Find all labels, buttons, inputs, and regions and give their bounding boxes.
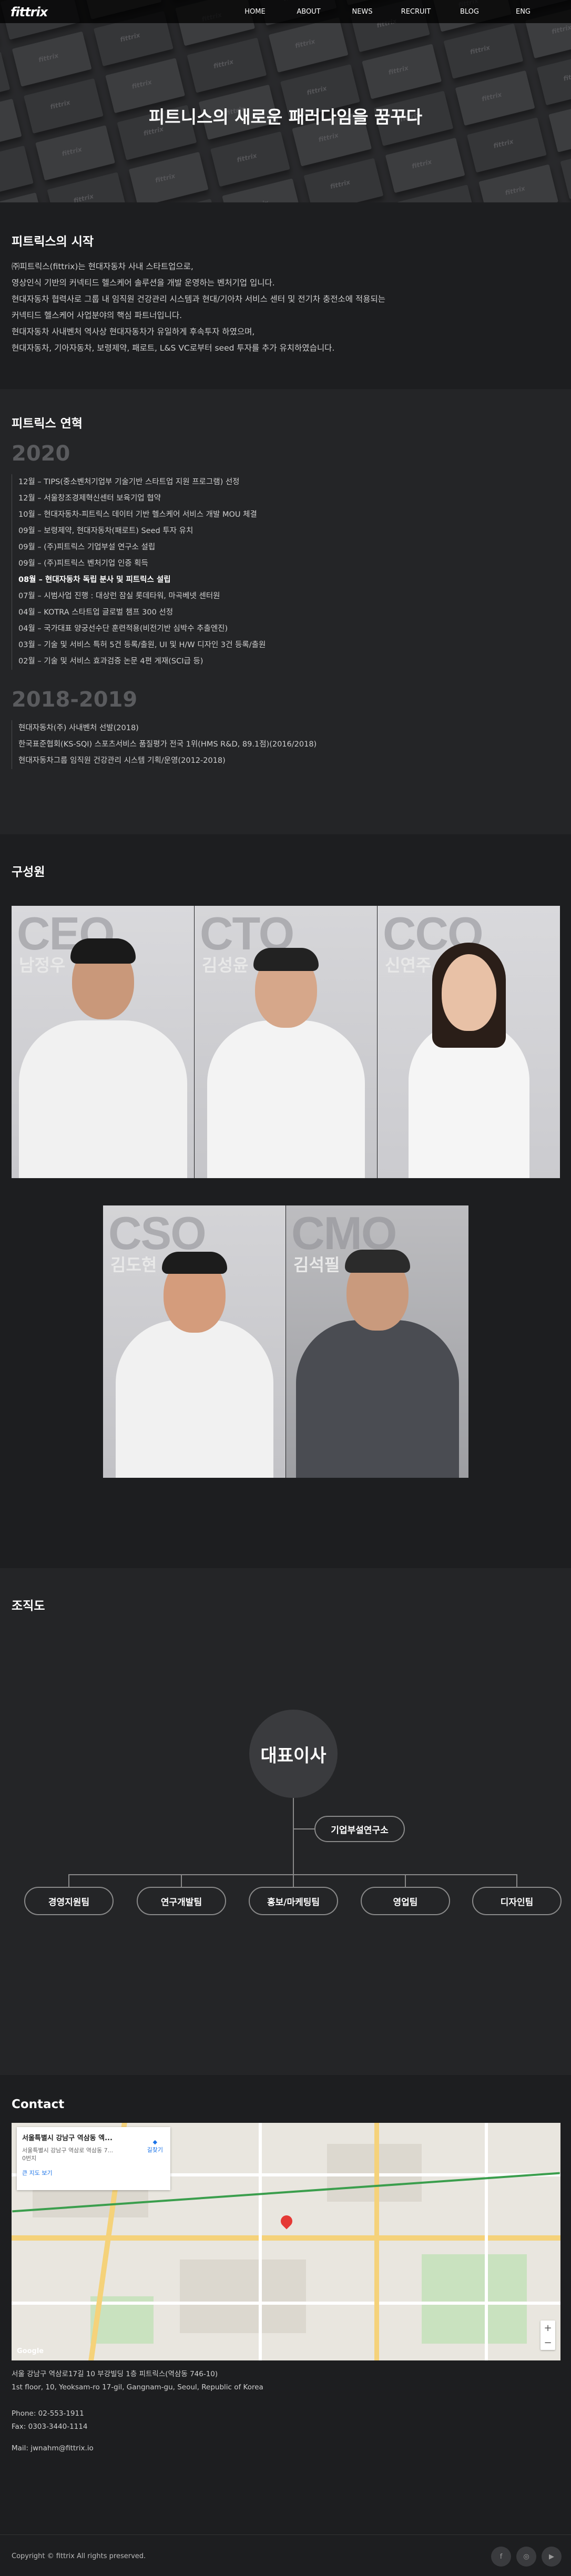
map-bigger-link[interactable]: 큰 지도 보기 [22,2169,165,2177]
member-name: 신연주 [385,955,432,975]
map-place-title: 서울특별시 강남구 역삼동 엑... [22,2134,113,2142]
history-item: 12월 – TIPS(중소벤처기업부 기술기반 스타트업 지원 프로그램) 선정 [18,478,240,486]
map-directions-link[interactable]: ◆ 길찾기 [147,2139,163,2154]
nav-home[interactable]: HOME [228,8,282,16]
member-photo-body [115,1320,273,1478]
history-timeline-2018-2019: 현대자동차(주) 사내벤처 선발(2018) 한국표준협회(KS-SQI) 스포… [12,720,571,769]
member-name: 김성윤 [202,955,249,975]
footer-copyright: Copyright © fittrix All rights preserved… [12,2552,146,2560]
nav-eng[interactable]: ENG [496,8,550,16]
member-card-cso: CSO 김도현 [103,1205,286,1478]
org-connector [293,1828,314,1829]
section-title-org: 조직도 [12,1599,45,1613]
member-photo-body [295,1320,459,1478]
section-members: 구성원 CEO 남정우 CTO 김성윤 CCO 신연주 CSO 김도현 CMO … [0,834,571,1568]
facebook-icon[interactable]: f [491,2547,511,2567]
history-item: 한국표준협회(KS-SQI) 스포츠서비스 품질평가 전국 1위(HMS R&D… [18,740,317,749]
zoom-in-button[interactable]: + [544,2323,552,2334]
contact-phone: Phone: 02-553-1911 [12,2409,84,2418]
map-zoom-control: + − [541,2321,555,2350]
member-name: 김도현 [110,1255,157,1275]
history-item: 09월 – 보령제약, 현대자동차(패로트) Seed 투자 유치 [18,527,193,535]
history-year-2020: 2020 [12,442,70,466]
org-node-dept: 홍보/마케팅팀 [249,1887,338,1915]
start-paragraph: ㈜피트릭스(fittrix)는 현대자동차 사내 스타트업으로, 영상인식 기반… [12,262,385,353]
history-item: 현대자동차(주) 사내벤처 선발(2018) [18,724,139,732]
nav-blog[interactable]: BLOG [443,8,496,16]
top-navigation-bar: fittrix HOME ABOUT NEWS RECRUIT BLOG ENG [0,0,571,23]
member-name: 김석필 [293,1255,340,1275]
nav-recruit[interactable]: RECRUIT [389,8,443,16]
member-card-cmo: CMO 김석필 [286,1205,468,1478]
member-card-cco: CCO 신연주 [378,906,560,1178]
google-map-logo: Google [17,2347,44,2355]
hero-banner: fittrix HOME ABOUT NEWS RECRUIT BLOG ENG… [0,0,571,202]
section-title-history: 피트릭스 연혁 [12,417,83,431]
history-item: 07월 – 시범사업 진행 : 대상런 잠실 롯데타워, 마곡베넷 센터원 [18,592,220,600]
directions-icon: ◆ [152,2139,158,2145]
section-contact: Contact 서울특별시 강남구 역삼동 엑... 서울특별시 강남구 역삼로… [0,2075,571,2534]
contact-fax: Fax: 0303-3440-1114 [12,2422,88,2431]
map-place-address: 서울특별시 강남구 역삼로 역삼동 7... 0번지 [22,2147,114,2162]
hero-title: 피트니스의 새로운 패러다임을 꿈꾸다 [148,107,423,127]
history-item: 09월 – (주)피트릭스 기업부설 연구소 설립 [18,543,156,551]
org-node-dept: 경영지원팀 [24,1887,114,1915]
fittrix-logo[interactable]: fittrix [11,5,48,19]
member-card-ceo: CEO 남정우 [12,906,194,1178]
member-photo-body [207,1020,365,1178]
history-item: 현대자동차그룹 임직원 건강관리 시스템 기획/운영(2012-2018) [18,757,226,765]
footer: Copyright © fittrix All rights preserved… [0,2534,571,2576]
section-title-members: 구성원 [12,865,45,879]
org-connector [68,1874,516,1875]
nav-about[interactable]: ABOUT [282,8,335,16]
social-links: f ◎ ▶ [491,2547,562,2567]
history-timeline-2020: 12월 – TIPS(중소벤처기업부 기술기반 스타트업 지원 프로그램) 선정… [12,474,571,670]
history-item: 04월 – 국가대표 양궁선수단 훈련적용(비전기반 심박수 추출엔진) [18,625,228,633]
section-start: 피트릭스의 시작 ㈜피트릭스(fittrix)는 현대자동차 사내 스타트업으로… [0,202,571,389]
map-info-window: 서울특별시 강남구 역삼동 엑... 서울특별시 강남구 역삼로 역삼동 7..… [17,2127,170,2190]
member-photos: CEO 남정우 CTO 김성윤 CCO 신연주 CSO 김도현 CMO 김석필 [12,880,571,1542]
org-node-lab: 기업부설연구소 [314,1816,405,1842]
location-pin-icon[interactable] [278,2213,295,2230]
section-title-start: 피트릭스의 시작 [12,235,94,249]
section-org-chart: 조직도 대표이사 기업부설연구소 경영지원팀 연구개발팀 홍보/마케팅팀 영업팀… [0,1568,571,2075]
main-nav: HOME ABOUT NEWS RECRUIT BLOG ENG [228,0,550,23]
youtube-icon[interactable]: ▶ [542,2547,562,2567]
org-node-dept: 디자인팀 [472,1887,562,1915]
member-name: 남정우 [19,955,66,975]
org-connector [293,1798,294,1874]
member-photo-face [441,954,496,1031]
history-item: 10월 – 현대자동차-피트릭스 데이터 기반 헬스케어 서비스 개발 MOU … [18,510,257,519]
nav-news[interactable]: NEWS [335,8,389,16]
zoom-out-button[interactable]: − [544,2337,552,2348]
history-item: 09월 – (주)피트릭스 벤처기업 인증 획득 [18,559,148,568]
history-item: 12월 – 서울창조경제혁신센터 보육기업 협약 [18,494,161,503]
org-node-dept: 연구개발팀 [137,1887,226,1915]
contact-address: 서울 강남구 역삼로17길 10 부강빌딩 1층 피트릭스(역삼동 746-10… [12,2368,571,2455]
history-year-2018-2019: 2018-2019 [12,688,138,712]
org-node-dept: 영업팀 [361,1887,450,1915]
section-title-contact: Contact [12,2098,65,2111]
history-item: 02월 – 기술 및 서비스 효과검증 논문 4편 게재(SCI급 등) [18,657,203,666]
org-chart: 대표이사 기업부설연구소 경영지원팀 연구개발팀 홍보/마케팅팀 영업팀 디자인… [12,1613,571,2023]
org-node-ceo: 대표이사 [249,1710,338,1798]
history-item: 04월 – KOTRA 스타트업 글로벌 챔프 300 선정 [18,608,174,617]
member-photo-body [18,1020,187,1178]
history-item: 03월 – 기술 및 서비스 특허 5건 등록/출원, UI 및 H/W 디자인… [18,641,266,649]
google-map[interactable]: 서울특별시 강남구 역삼동 엑... 서울특별시 강남구 역삼로 역삼동 7..… [12,2123,560,2360]
history-item-highlight: 08월 – 현대자동차 독립 분사 및 피트릭스 설립 [18,576,171,584]
contact-mail[interactable]: Mail: jwnahm@fittrix.io [12,2442,571,2455]
instagram-icon[interactable]: ◎ [516,2547,536,2567]
member-card-cto: CTO 김성윤 [195,906,377,1178]
section-history: 피트릭스 연혁 2020 12월 – TIPS(중소벤처기업부 기술기반 스타트… [0,389,571,834]
